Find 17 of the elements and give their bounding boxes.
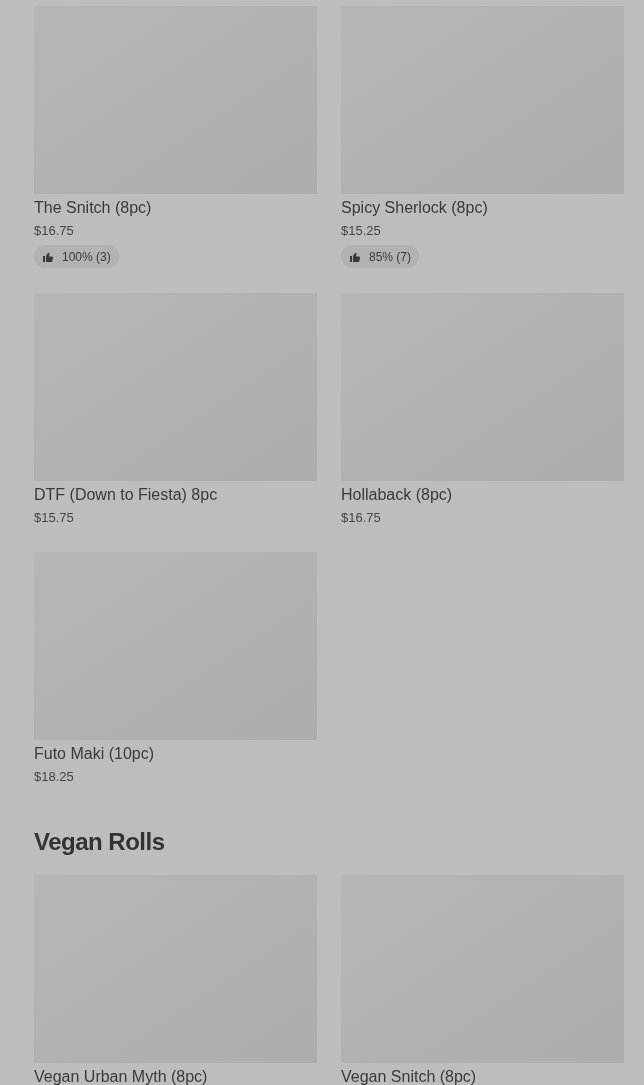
item-name: Futo Maki (10pc) xyxy=(34,744,156,764)
item-price: $15.75 xyxy=(34,509,75,527)
item-name: Hollaback (8pc) xyxy=(341,485,454,505)
item-name: Vegan Urban Myth (8pc) xyxy=(34,1067,209,1085)
item-price: $16.75 xyxy=(341,509,382,527)
section-heading: Vegan Rolls xyxy=(34,828,166,856)
item-name: The Snitch (8pc) xyxy=(34,198,153,218)
rating-text: 85% (7) xyxy=(369,248,412,266)
item-price: $16.75 xyxy=(34,222,75,240)
item-price: $15.25 xyxy=(341,222,382,240)
thumbs-up-icon xyxy=(42,250,54,263)
item-name: DTF (Down to Fiesta) 8pc xyxy=(34,485,219,505)
item-name: Vegan Snitch (8pc) xyxy=(341,1067,478,1085)
rating-text: 100% (3) xyxy=(62,248,111,266)
thumbs-up-icon xyxy=(349,250,361,263)
item-price: $18.25 xyxy=(34,768,75,786)
item-name: Spicy Sherlock (8pc) xyxy=(341,198,489,218)
